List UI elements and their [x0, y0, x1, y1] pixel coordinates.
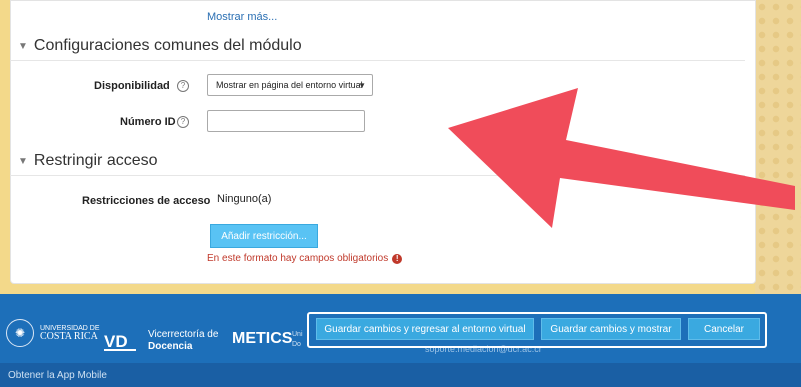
ucr-seal-icon: ✺	[6, 319, 34, 347]
save-and-return-button[interactable]: Guardar cambios y regresar al entorno vi…	[316, 318, 534, 340]
arrow-shape	[448, 88, 795, 228]
metics-logo[interactable]: METICS	[232, 330, 292, 348]
uni-line1: Uni	[292, 331, 303, 338]
vice-rectoria: Vicerrectoría de Docencia	[148, 329, 218, 353]
vd-underline	[104, 349, 136, 351]
vice-line2: Docencia	[148, 341, 193, 352]
ucr-line2: COSTA RICA	[40, 330, 98, 342]
uni-line2: Do	[292, 341, 301, 348]
cancel-button[interactable]: Cancelar	[688, 318, 760, 340]
app-link[interactable]: Obtener la App Mobile	[8, 370, 107, 381]
ucr-logo[interactable]: ✺ UNIVERSIDAD DE COSTA RICA	[6, 319, 100, 347]
save-and-display-button[interactable]: Guardar cambios y mostrar	[541, 318, 681, 340]
vice-line1: Vicerrectoría de	[148, 329, 219, 340]
app-bar: Obtener la App Mobile	[0, 363, 801, 387]
uni-text: Uni Do	[292, 330, 303, 350]
